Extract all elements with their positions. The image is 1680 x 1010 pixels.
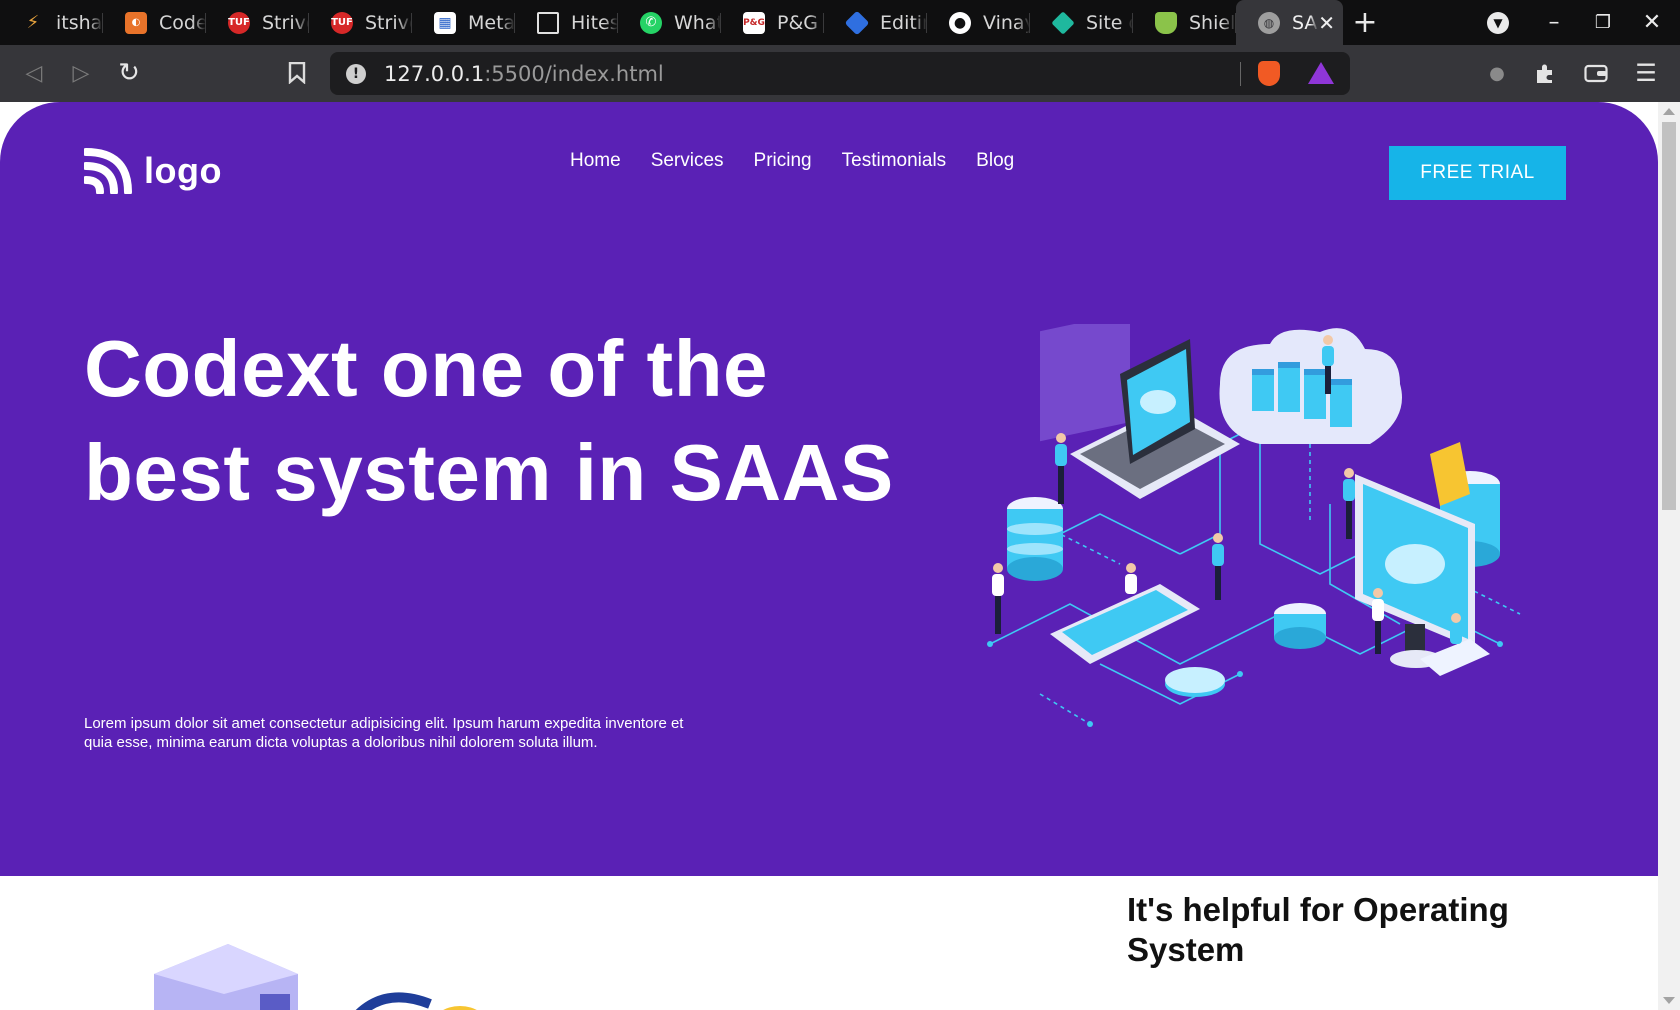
brave-rewards-icon[interactable] <box>1308 62 1334 84</box>
tab-title: Shiel <box>1189 11 1236 34</box>
browser-tab[interactable]: P&G P&G F <box>721 0 824 45</box>
nav-services[interactable]: Services <box>651 150 724 172</box>
browser-tab[interactable]: Editin <box>824 0 927 45</box>
browser-tab[interactable]: Site o <box>1030 0 1133 45</box>
browser-toolbar: ◁ ▷ ↻ ! 127.0.0.1:5500/index.html ● ☰ <box>0 45 1680 102</box>
tuf-icon: TUF <box>331 11 353 34</box>
page-scrollbar[interactable] <box>1658 102 1680 1010</box>
browser-tab-active[interactable]: ◍ SA ✕ <box>1236 0 1343 45</box>
browser-tab[interactable]: TUF Strive <box>309 0 412 45</box>
brave-shield-icon[interactable] <box>1258 61 1280 86</box>
omnibox-divider <box>1240 62 1241 86</box>
tab-title: P&G F <box>777 11 824 34</box>
shield-icon <box>1155 11 1177 34</box>
url-host: 127.0.0.1 <box>384 61 485 86</box>
address-bar[interactable]: ! 127.0.0.1:5500/index.html <box>330 52 1350 95</box>
pg-icon: P&G <box>743 11 765 34</box>
browser-tab[interactable]: ▦ Meta <box>412 0 515 45</box>
wallet-icon[interactable] <box>1578 55 1614 91</box>
scroll-down-icon[interactable] <box>1663 997 1675 1004</box>
minimize-icon[interactable]: – <box>1530 0 1578 45</box>
rss-logo-icon <box>84 148 132 194</box>
square-outline-icon <box>537 11 559 34</box>
scrollbar-thumb[interactable] <box>1662 122 1676 510</box>
forward-icon[interactable]: ▷ <box>63 55 99 91</box>
hero-headline: Codext one of the best system in SAAS <box>84 324 894 517</box>
site-info-icon[interactable]: ! <box>346 63 366 84</box>
nav-blog[interactable]: Blog <box>976 150 1014 172</box>
features-heading: It's helpful for Operating System <box>1127 891 1509 968</box>
tuf-icon: TUF <box>228 11 250 34</box>
tab-title: SA <box>1292 11 1318 34</box>
nav-pricing[interactable]: Pricing <box>754 150 812 172</box>
browser-tab[interactable]: Shiel <box>1133 0 1236 45</box>
new-tab-button[interactable]: + <box>1343 0 1387 45</box>
tab-title: Meta <box>468 11 515 34</box>
extension-mic-icon[interactable]: ● <box>1479 55 1515 91</box>
reload-icon[interactable]: ↻ <box>111 55 147 91</box>
codechef-icon: ◐ <box>125 11 147 34</box>
tab-title: Strive <box>365 11 412 34</box>
tab-title: itshar <box>56 11 103 34</box>
back-icon[interactable]: ◁ <box>16 55 52 91</box>
bookmark-icon[interactable] <box>279 55 315 91</box>
tab-title: Vinay <box>983 11 1030 34</box>
browser-tab[interactable]: ◐ Code <box>103 0 206 45</box>
tab-title: Editin <box>880 11 927 34</box>
url-path: :5500/index.html <box>484 61 664 86</box>
scroll-up-icon[interactable] <box>1663 108 1675 115</box>
close-window-icon[interactable]: ✕ <box>1628 0 1676 45</box>
browser-tab[interactable]: TUF Strive <box>206 0 309 45</box>
orange-bolt-icon: ⚡ <box>26 12 40 33</box>
close-tab-icon[interactable]: ✕ <box>1318 11 1335 35</box>
tab-strip: ⚡ itshar ◐ Code TUF Strive TUF Strive ▦ … <box>0 0 1680 45</box>
free-trial-button[interactable]: FREE TRIAL <box>1389 146 1566 200</box>
browser-tab[interactable]: ⚡ itshar <box>0 0 103 45</box>
menu-icon[interactable]: ☰ <box>1628 55 1664 91</box>
logo-text: logo <box>144 150 222 191</box>
extensions-icon[interactable] <box>1527 55 1563 91</box>
whatsapp-icon: ✆ <box>640 11 662 34</box>
features-illustration <box>154 944 477 1010</box>
tab-search-icon[interactable]: ▼ <box>1474 0 1522 45</box>
tab-title: Strive <box>262 11 309 34</box>
site-logo[interactable]: logo <box>84 148 222 194</box>
url-text: 127.0.0.1:5500/index.html <box>384 62 664 86</box>
nav-testimonials[interactable]: Testimonials <box>842 150 947 172</box>
restore-icon[interactable]: ❐ <box>1579 0 1627 45</box>
github-icon: ● <box>949 11 971 34</box>
main-nav: Home Services Pricing Testimonials Blog <box>570 150 1014 172</box>
tab-title: Hites <box>571 11 618 34</box>
tab-title: What <box>674 11 721 34</box>
page-viewport: logo Home Services Pricing Testimonials … <box>0 102 1680 1010</box>
hero-description: Lorem ipsum dolor sit amet consectetur a… <box>84 715 684 751</box>
browser-tab[interactable]: ● Vinay <box>927 0 1030 45</box>
tab-title: Code <box>159 11 206 34</box>
globe-icon: ◍ <box>1258 11 1280 34</box>
hero-section: logo Home Services Pricing Testimonials … <box>0 102 1658 876</box>
tab-title: Site o <box>1086 11 1133 34</box>
diamond-icon <box>844 10 870 35</box>
teal-diamond-icon <box>1051 10 1075 35</box>
saas-illustration <box>987 324 1521 727</box>
browser-tab[interactable]: Hites <box>515 0 618 45</box>
browser-tab[interactable]: ✆ What <box>618 0 721 45</box>
grid-icon: ▦ <box>434 11 456 34</box>
nav-home[interactable]: Home <box>570 150 621 172</box>
